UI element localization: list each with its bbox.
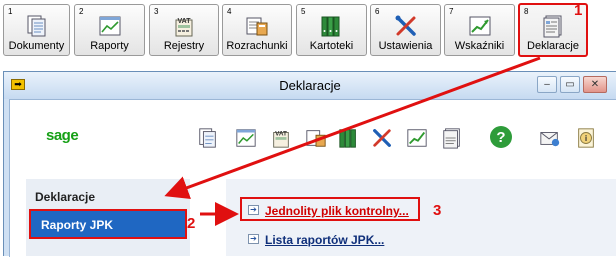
maximize-button[interactable]: ▭ (560, 76, 580, 93)
shortcut-number: 3 (154, 7, 159, 16)
mail-icon[interactable] (539, 127, 561, 149)
toolbar-button-rejestry[interactable]: 3 VAT Rejestry (149, 4, 219, 56)
arrow-icon: ➔ (248, 234, 259, 244)
toolbar-button-label: Rejestry (163, 40, 205, 52)
growth-chart-icon (469, 16, 490, 36)
sidebar-heading[interactable]: Deklaracje (35, 190, 95, 204)
toolbar-button-raporty[interactable]: 2 Raporty (74, 4, 145, 56)
help-icon[interactable]: ? (489, 125, 513, 149)
svg-text:VAT: VAT (178, 18, 192, 25)
toolbar-button-ustawienia[interactable]: 6 Ustawienia (370, 4, 441, 56)
binders-icon[interactable] (338, 127, 360, 149)
shortcut-number: 4 (227, 7, 232, 16)
shortcut-number: 1 (8, 7, 13, 16)
annotation-number-2: 2 (187, 215, 196, 232)
toolbar-button-wskazniki[interactable]: 7 Wskaźniki (444, 4, 515, 56)
chart-report-icon (99, 16, 120, 36)
settlements-icon[interactable] (305, 127, 327, 149)
shortcut-number: 6 (375, 7, 380, 16)
toolbar-button-dokumenty[interactable]: 1 Dokumenty (3, 4, 70, 56)
vat-register-icon[interactable]: VAT (270, 127, 292, 149)
shortcut-number: 2 (79, 7, 84, 16)
main-toolbar: 1 Dokumenty 2 Raporty 3 VAT Rejestry 4 R… (0, 0, 616, 60)
declaration-icon[interactable] (441, 127, 463, 149)
shortcut-number: 5 (301, 7, 306, 16)
toolbar-button-label: Dokumenty (8, 40, 65, 52)
sage-logo: sage (46, 127, 79, 144)
chart-report-icon[interactable] (235, 127, 257, 149)
svg-text:i: i (585, 134, 587, 143)
toolbar-button-rozrachunki[interactable]: 4 Rozrachunki (222, 4, 292, 56)
documents-icon[interactable] (197, 127, 219, 149)
toolbar-button-label: Wskaźniki (454, 40, 505, 52)
vat-register-icon: VAT (175, 18, 193, 37)
info-icon[interactable]: i (575, 127, 597, 149)
toolbar-button-label: Raporty (90, 40, 129, 52)
annotation-number-1: 1 (574, 2, 583, 19)
toolbar-button-label: Deklaracje (527, 40, 579, 52)
documents-icon (27, 15, 45, 37)
highlight-box (240, 197, 420, 221)
declaration-icon (543, 15, 562, 38)
window-titlebar[interactable]: ➡ Deklaracje – ▭ ✕ (4, 72, 616, 99)
binders-icon (321, 16, 339, 37)
window-title: Deklaracje (279, 78, 341, 93)
svg-text:?: ? (496, 129, 505, 146)
minimize-button[interactable]: – (537, 76, 557, 93)
growth-chart-icon[interactable] (406, 127, 428, 149)
settlements-icon (246, 17, 268, 36)
close-button[interactable]: ✕ (583, 76, 607, 93)
annotation-number-3: 3 (433, 202, 442, 219)
tools-icon (395, 15, 416, 36)
svg-text:VAT: VAT (275, 130, 287, 137)
toolbar-button-label: Rozrachunki (226, 40, 288, 52)
shortcut-number: 8 (524, 7, 529, 16)
toolbar-button-label: Kartoteki (309, 40, 354, 52)
toolbar-button-kartoteki[interactable]: 5 Kartoteki (296, 4, 367, 56)
toolbar-button-label: Ustawienia (378, 40, 433, 52)
link-label[interactable]: Lista raportów JPK... (265, 233, 384, 247)
shortcut-number: 7 (449, 7, 454, 16)
tools-icon[interactable] (371, 127, 393, 149)
sidebar-item-raporty-jpk[interactable]: Raporty JPK (29, 209, 187, 239)
